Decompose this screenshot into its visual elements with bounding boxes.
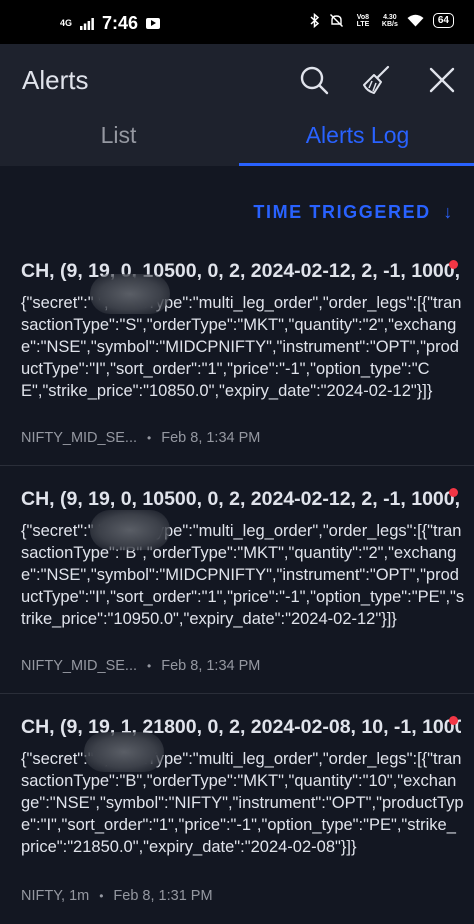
alert-log-item[interactable]: CH, (9, 19, 0, 10500, 0, 2, 2024-02-12, … — [0, 466, 474, 694]
network-speed-value: 4.30 — [383, 13, 397, 21]
app-bar: Alerts — [0, 44, 474, 116]
battery-indicator: 64 — [432, 13, 454, 28]
alert-title: CH, (9, 19, 0, 10500, 0, 2, 2024-02-12, … — [21, 488, 461, 510]
wifi-icon — [407, 14, 424, 27]
unread-dot — [449, 488, 458, 497]
alert-title: CH, (9, 19, 0, 10500, 0, 2, 2024-02-12, … — [21, 260, 461, 282]
tab-list[interactable]: List — [0, 116, 237, 166]
meta-separator: • — [147, 659, 152, 673]
clear-log-button[interactable] — [358, 62, 394, 98]
redaction-blur — [90, 510, 170, 550]
alert-source: NIFTY_MID_SE... — [21, 658, 138, 674]
page-title: Alerts — [22, 65, 89, 95]
close-icon — [429, 67, 455, 93]
alert-title: CH, (9, 19, 1, 21800, 0, 2, 2024-02-08, … — [21, 716, 461, 738]
clock: 7:46 — [102, 13, 139, 33]
tab-alerts-log[interactable]: Alerts Log — [239, 116, 474, 166]
network-speed: 4.30 KB/s — [382, 14, 398, 28]
bluetooth-icon — [310, 13, 320, 28]
alert-message: {"secret":" ","alertType":"multi_leg_ord… — [21, 522, 465, 628]
status-right: Vo8 LTE 4.30 KB/s 64 — [310, 13, 454, 28]
sort-arrow-icon: ↓ — [443, 202, 454, 222]
alert-log-item[interactable]: CH, (9, 19, 0, 10500, 0, 2, 2024-02-12, … — [0, 246, 474, 466]
alert-time: Feb 8, 1:34 PM — [161, 658, 261, 674]
alert-time: Feb 8, 1:34 PM — [161, 430, 261, 446]
unread-dot — [449, 260, 458, 269]
mute-icon — [329, 14, 343, 27]
meta-separator: • — [147, 431, 152, 445]
redaction-blur — [90, 274, 170, 314]
alert-meta: NIFTY, 1m • Feb 8, 1:31 PM — [21, 888, 213, 904]
signal-icon — [80, 17, 94, 30]
alert-time: Feb 8, 1:31 PM — [113, 888, 213, 904]
sort-label: TIME TRIGGERED — [253, 202, 431, 222]
alert-message: {"secret":" ","alertType":"multi_leg_ord… — [21, 294, 462, 400]
alert-meta: NIFTY_MID_SE... • Feb 8, 1:34 PM — [21, 430, 260, 446]
search-button[interactable] — [296, 62, 332, 98]
network-speed-unit: KB/s — [381, 20, 398, 28]
status-left: 4G 7:46 — [60, 13, 161, 34]
tab-bar: List Alerts Log — [0, 116, 474, 166]
redaction-blur — [84, 732, 164, 772]
volte-indicator: Vo8 LTE — [356, 13, 370, 28]
close-button[interactable] — [424, 62, 460, 98]
unread-dot — [449, 716, 458, 725]
sort-button[interactable]: TIME TRIGGERED ↓ — [253, 202, 454, 223]
network-indicator: 4G — [60, 18, 73, 28]
sort-row: TIME TRIGGERED ↓ — [0, 166, 474, 246]
youtube-icon — [146, 18, 161, 29]
meta-separator: • — [99, 889, 104, 903]
alert-log-item[interactable]: CH, (9, 19, 1, 21800, 0, 2, 2024-02-08, … — [0, 694, 474, 924]
alert-meta: NIFTY_MID_SE... • Feb 8, 1:34 PM — [21, 658, 260, 674]
alert-source: NIFTY, 1m — [21, 888, 90, 904]
status-bar: 4G 7:46 Vo8 LTE 4.30 KB/s 64 — [0, 0, 474, 44]
alert-source: NIFTY_MID_SE... — [21, 430, 138, 446]
broom-icon — [363, 65, 390, 94]
search-icon — [300, 66, 329, 95]
